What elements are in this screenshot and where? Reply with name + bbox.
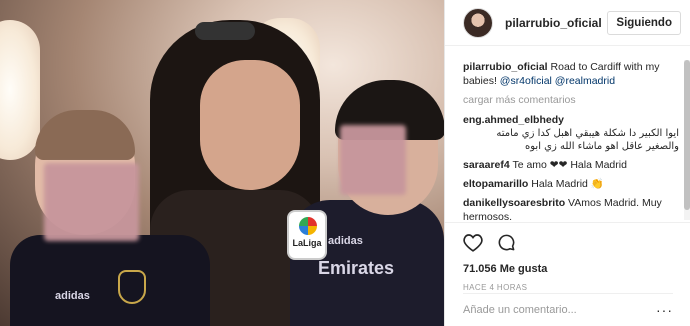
comment-username[interactable]: danikellysoaresbrito	[463, 197, 565, 209]
list-item: eng.ahmed_elbhedy ايوا الكبير دا شكلة هي…	[463, 113, 679, 153]
laliga-logo-icon	[299, 217, 317, 235]
list-item: saraaref4 Te amo ❤❤ Hala Madrid	[463, 158, 679, 172]
woman-face	[200, 60, 300, 190]
load-more-comments[interactable]: cargar más comentarios	[463, 93, 679, 107]
sunglasses	[195, 22, 255, 40]
caption: pilarrubio_oficial Road to Cardiff with …	[463, 60, 679, 88]
comment-icon[interactable]	[497, 233, 516, 252]
face-blur	[44, 163, 139, 241]
mention-link[interactable]: @realmadrid	[555, 75, 615, 87]
post-header: pilarrubio_oficial Siguiendo	[445, 0, 690, 46]
post-photo[interactable]: LaLiga adidas adidas Emirates	[0, 0, 444, 326]
shirt-text: adidas	[55, 290, 90, 302]
scrollbar-thumb[interactable]	[684, 60, 690, 210]
child-left-hair	[35, 110, 135, 160]
laliga-badge: LaLiga	[287, 210, 327, 260]
comment-username[interactable]: saraaref4	[463, 159, 510, 171]
comment-input[interactable]	[463, 304, 643, 316]
comment-username[interactable]: eltopamarillo	[463, 178, 528, 190]
face-blur	[340, 125, 406, 195]
likes-count[interactable]: 71.056 Me gusta	[463, 263, 673, 275]
post-actions: 71.056 Me gusta HACE 4 HORAS	[445, 222, 690, 292]
action-icons	[463, 231, 673, 253]
more-options-icon[interactable]: ···	[656, 302, 673, 318]
post-timestamp: HACE 4 HORAS	[463, 283, 528, 292]
comment-text: Te amo ❤❤ Hala Madrid	[512, 159, 627, 171]
following-button[interactable]: Siguiendo	[607, 11, 681, 35]
shirt-text: adidas	[328, 235, 363, 247]
list-item: danikellysoaresbrito VAmos Madrid. Muy h…	[463, 196, 679, 222]
comment-username[interactable]: eng.ahmed_elbhedy	[463, 114, 564, 126]
heart-icon[interactable]	[463, 233, 483, 252]
comment-text: ايوا الكبير دا شكلة هيبقي اهبل كدا زي ما…	[496, 128, 679, 152]
comment-form: ···	[463, 293, 673, 326]
avatar[interactable]	[463, 7, 493, 38]
list-item: eltopamarillo Hala Madrid 👏	[463, 177, 679, 191]
real-madrid-crest-icon	[118, 270, 146, 304]
caption-username[interactable]: pilarrubio_oficial	[463, 61, 548, 73]
post-sidebar: pilarrubio_oficial Siguiendo pilarrubio_…	[444, 0, 690, 326]
comment-text: Hala Madrid 👏	[531, 178, 604, 190]
mention-link[interactable]: @sr4oficial	[500, 75, 552, 87]
laliga-label: LaLiga	[292, 238, 322, 248]
comments-list: pilarrubio_oficial Road to Cardiff with …	[463, 60, 679, 222]
header-username[interactable]: pilarrubio_oficial	[505, 16, 602, 30]
child-left-body	[10, 235, 210, 326]
airplane-window	[0, 20, 40, 160]
comments-scrollbar[interactable]	[684, 60, 690, 220]
shirt-text: Emirates	[318, 258, 395, 278]
